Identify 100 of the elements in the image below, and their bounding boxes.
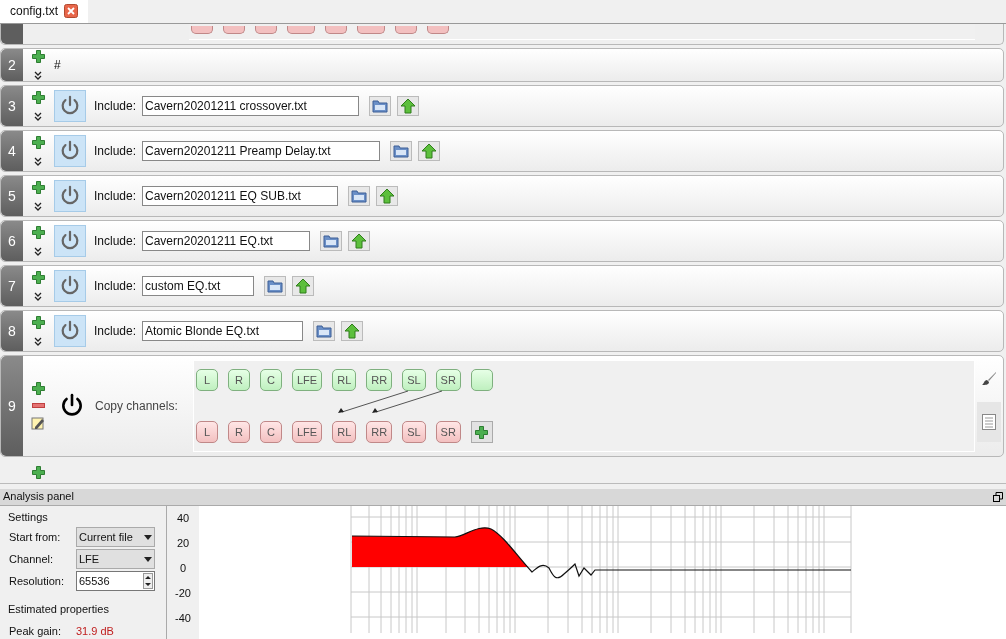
upload-button[interactable] — [348, 231, 371, 251]
upload-button[interactable] — [341, 321, 364, 341]
add-icon[interactable] — [475, 425, 489, 439]
expand-chevron-icon[interactable] — [34, 71, 42, 80]
channel-button[interactable]: RR — [366, 369, 393, 391]
include-label: Include: — [94, 143, 137, 160]
channel-button[interactable]: LFE — [292, 369, 323, 391]
power-toggle-button[interactable] — [54, 270, 86, 302]
folder-icon — [372, 99, 389, 113]
channel-button[interactable]: L — [196, 421, 218, 443]
open-file-button[interactable] — [348, 186, 371, 206]
channel-button[interactable] — [325, 26, 347, 34]
expand-chevron-icon[interactable] — [34, 112, 42, 121]
channel-button[interactable] — [191, 26, 213, 34]
power-toggle-button[interactable] — [54, 135, 86, 167]
copy-channels-label: Copy channels: — [95, 398, 179, 415]
power-toggle-button[interactable] — [54, 90, 86, 122]
expand-chevron-icon[interactable] — [34, 337, 42, 346]
channel-button[interactable]: SR — [435, 421, 461, 443]
add-icon[interactable] — [31, 136, 45, 149]
channel-button[interactable] — [255, 26, 277, 34]
estimated-properties-heading: Estimated properties — [8, 602, 110, 617]
open-file-button[interactable] — [320, 231, 343, 251]
axis-label: -20 — [175, 585, 191, 601]
resolution-value: 65536 — [79, 573, 110, 589]
channel-button[interactable]: SL — [402, 369, 426, 391]
channel-button[interactable] — [427, 26, 449, 34]
folder-icon — [316, 324, 333, 338]
expand-chevron-icon[interactable] — [34, 202, 42, 211]
channel-button[interactable]: SL — [402, 421, 426, 443]
add-icon[interactable] — [31, 181, 45, 194]
channel-button[interactable]: LFE — [292, 421, 323, 443]
folder-icon — [323, 234, 340, 248]
power-icon — [59, 320, 81, 342]
power-icon — [59, 95, 81, 117]
dropdown[interactable]: Current file — [76, 527, 155, 547]
power-toggle-button[interactable] — [54, 225, 86, 257]
resolution-spinbox[interactable]: 65536 — [76, 571, 155, 591]
edit-notepad-icon[interactable] — [31, 416, 45, 430]
file-input-field[interactable]: Cavern20201211 EQ SUB.txt — [142, 186, 339, 206]
peak-gain-label: Peak gain: — [9, 623, 62, 639]
file-input-field[interactable]: custom EQ.txt — [142, 276, 255, 296]
dropdown-arrow-icon — [144, 556, 152, 562]
expand-chevron-icon[interactable] — [34, 157, 42, 166]
setting-label: Start from: — [9, 529, 62, 545]
channel-button[interactable] — [223, 26, 245, 34]
add-icon[interactable] — [31, 226, 45, 239]
upload-button[interactable] — [418, 141, 441, 161]
folder-icon — [393, 144, 410, 158]
line-number: 8 — [1, 311, 23, 351]
close-icon[interactable] — [64, 4, 79, 18]
channel-button[interactable]: R — [228, 369, 250, 391]
open-file-button[interactable] — [369, 96, 392, 116]
channel-button[interactable] — [357, 26, 385, 34]
upload-button[interactable] — [397, 96, 420, 116]
restore-window-icon[interactable] — [993, 491, 1003, 502]
line-number: 2 — [1, 49, 23, 81]
power-toggle-button[interactable] — [54, 180, 86, 212]
file-tab[interactable]: config.txt — [0, 0, 89, 23]
upload-button[interactable] — [292, 276, 315, 296]
include-label: Include: — [94, 323, 137, 340]
channel-button[interactable]: SR — [435, 369, 461, 391]
remove-icon[interactable] — [31, 403, 45, 408]
channel-button[interactable]: L — [196, 369, 218, 391]
channel-button[interactable] — [287, 26, 315, 34]
line-number: 9 — [1, 356, 23, 456]
expand-chevron-icon[interactable] — [34, 247, 42, 256]
add-icon[interactable] — [32, 466, 45, 479]
file-input-field[interactable]: Cavern20201211 Preamp Delay.txt — [142, 141, 381, 161]
upload-button[interactable] — [376, 186, 399, 206]
file-input-field[interactable]: Atomic Blonde EQ.txt — [142, 321, 304, 341]
add-icon[interactable] — [31, 271, 45, 284]
spinner-arrows-icon[interactable] — [143, 573, 153, 589]
expand-chevron-icon[interactable] — [34, 292, 42, 301]
add-icon[interactable] — [31, 316, 45, 329]
open-file-button[interactable] — [390, 141, 413, 161]
channel-button[interactable]: R — [228, 421, 250, 443]
open-file-button[interactable] — [264, 276, 287, 296]
document-icon[interactable] — [982, 414, 996, 430]
power-icon — [59, 230, 81, 252]
file-input-field[interactable]: Cavern20201211 EQ.txt — [142, 231, 311, 251]
channel-button[interactable] — [395, 26, 417, 34]
dropdown[interactable]: LFE — [76, 549, 155, 569]
open-file-button[interactable] — [313, 321, 336, 341]
file-input-field[interactable]: Cavern20201211 crossover.txt — [142, 96, 360, 116]
channel-button[interactable]: RL — [332, 421, 357, 443]
add-channel-button[interactable] — [470, 421, 493, 443]
add-icon[interactable] — [31, 382, 45, 395]
channel-button[interactable]: RR — [366, 421, 393, 443]
channel-button[interactable]: RL — [332, 369, 357, 391]
power-toggle-button[interactable] — [54, 315, 86, 347]
channel-button[interactable]: C — [260, 421, 282, 443]
brush-icon[interactable] — [981, 371, 997, 387]
add-icon[interactable] — [31, 91, 45, 104]
folder-icon — [267, 279, 284, 293]
axis-label: -40 — [175, 610, 191, 626]
axis-label: 0 — [179, 560, 187, 576]
up-arrow-icon — [421, 143, 438, 159]
add-icon[interactable] — [31, 50, 45, 63]
channel-button[interactable]: C — [260, 369, 282, 391]
